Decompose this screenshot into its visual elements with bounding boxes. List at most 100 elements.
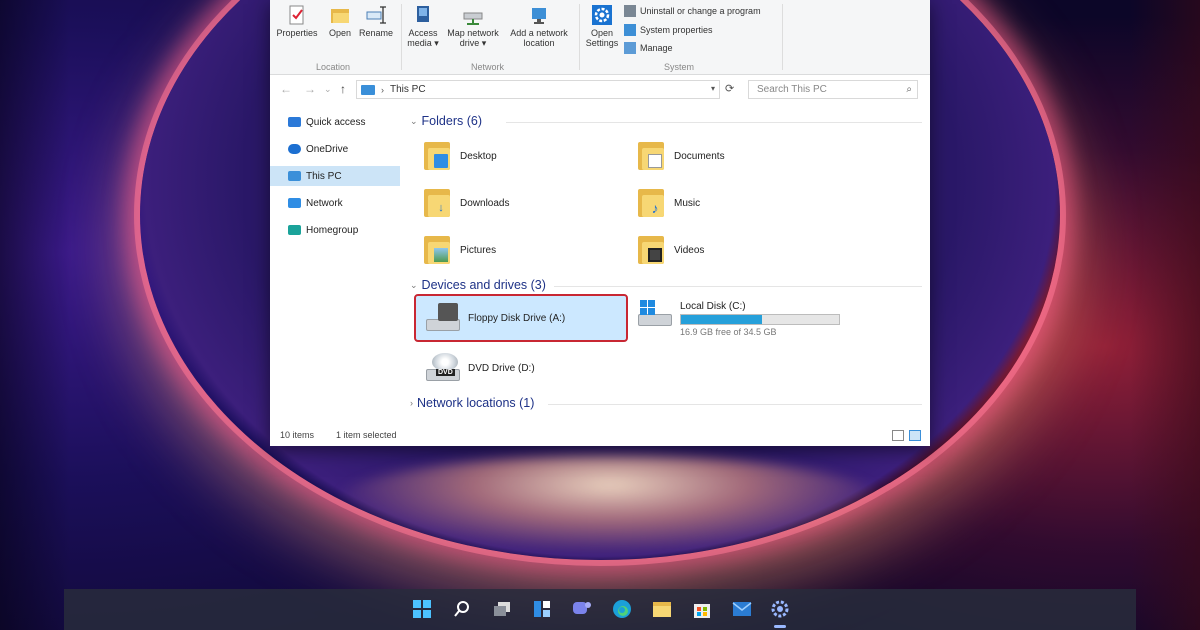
- computer-icon: [361, 84, 375, 95]
- task-view-icon[interactable]: [491, 598, 513, 620]
- breadcrumb-chevron-icon: ›: [381, 84, 384, 95]
- settings-gear-icon[interactable]: [769, 598, 791, 620]
- computer-icon: [288, 171, 301, 181]
- up-arrow-icon[interactable]: ↑: [340, 82, 346, 96]
- back-arrow-icon[interactable]: ←: [280, 82, 292, 96]
- manage-computer-icon: [624, 42, 636, 54]
- open-label: Open: [328, 28, 352, 38]
- rename-icon: [366, 6, 386, 24]
- file-explorer-icon[interactable]: [651, 598, 673, 620]
- network-locations-group-header[interactable]: › Network locations (1): [410, 396, 534, 410]
- devices-layer: Floppy Disk Drive (A:) Local Disk (C:) 1…: [402, 106, 930, 426]
- navigation-pane: Quick access OneDrive This PC Network Ho…: [270, 106, 402, 426]
- refresh-icon[interactable]: ⟳: [725, 82, 734, 95]
- group-divider: [548, 404, 922, 405]
- wallpaper-edge-left: [0, 0, 70, 630]
- search-icon[interactable]: [451, 598, 473, 620]
- expand-chevron-icon: ›: [410, 398, 413, 408]
- active-app-indicator: [774, 625, 786, 628]
- add-network-line2: location: [523, 38, 555, 48]
- access-media-line1: Access: [408, 28, 438, 38]
- teams-chat-icon[interactable]: [571, 598, 593, 620]
- system-properties-label: System properties: [640, 25, 713, 35]
- widgets-icon[interactable]: [531, 598, 553, 620]
- access-media-button[interactable]: Access media ▾: [405, 4, 441, 48]
- nav-item-quick-access[interactable]: Quick access: [270, 112, 400, 132]
- mail-icon[interactable]: [731, 598, 753, 620]
- details-view-icon[interactable]: [892, 430, 904, 441]
- add-network-line1: Add a network: [510, 28, 568, 38]
- nav-item-label: OneDrive: [306, 143, 349, 155]
- manage-button[interactable]: Manage: [624, 42, 673, 54]
- dvd-drive-tile[interactable]: DVD DVD Drive (D:): [416, 346, 626, 390]
- manage-label: Manage: [640, 43, 673, 53]
- ribbon: Properties Open Rename Location Access m…: [270, 0, 930, 75]
- nav-item-label: Homegroup: [306, 224, 359, 236]
- ribbon-separator: [782, 4, 783, 70]
- open-settings-button[interactable]: Open Settings: [583, 4, 621, 48]
- floppy-drive-icon: [426, 303, 460, 333]
- system-group-label: System: [664, 62, 695, 72]
- address-dropdown-icon[interactable]: ▾: [711, 84, 715, 93]
- nav-item-network[interactable]: Network: [270, 193, 400, 213]
- search-placeholder: Search This PC: [757, 84, 827, 95]
- address-bar-row: ← → ⌄ ↑ › This PC ▾ ⟳ Search This PC ⌕: [270, 78, 930, 102]
- dvd-label: DVD Drive (D:): [468, 362, 535, 374]
- open-settings-line1: Open: [590, 28, 614, 38]
- dvd-badge: DVD: [436, 369, 455, 376]
- uninstall-label: Uninstall or change a program: [640, 6, 761, 16]
- open-button[interactable]: Open: [325, 4, 355, 38]
- uninstall-program-button[interactable]: Uninstall or change a program: [624, 5, 761, 17]
- address-box[interactable]: › This PC ▾: [356, 80, 720, 99]
- homegroup-icon: [288, 225, 301, 235]
- nav-item-homegroup[interactable]: Homegroup: [270, 220, 400, 240]
- taskbar: [64, 589, 1136, 630]
- nav-item-label: Network: [306, 197, 343, 209]
- address-path: This PC: [390, 84, 426, 95]
- local-disk-icon: [638, 298, 672, 328]
- star-icon: [288, 117, 301, 127]
- rename-button[interactable]: Rename: [358, 4, 394, 38]
- nav-item-this-pc[interactable]: This PC: [270, 166, 400, 186]
- local-disk-tile[interactable]: Local Disk (C:) 16.9 GB free of 34.5 GB: [634, 298, 874, 342]
- system-properties-button[interactable]: System properties: [624, 24, 713, 36]
- windows-start-icon[interactable]: [411, 598, 433, 620]
- local-disk-label: Local Disk (C:): [680, 301, 746, 312]
- forward-arrow-icon[interactable]: →: [304, 82, 316, 96]
- item-count: 10 items: [280, 430, 315, 440]
- large-icons-view-icon[interactable]: [909, 430, 921, 441]
- floppy-disk-drive-tile[interactable]: Floppy Disk Drive (A:): [414, 294, 628, 342]
- open-settings-line2: Settings: [585, 38, 619, 48]
- system-properties-icon: [624, 24, 636, 36]
- network-locations-heading: Network locations (1): [417, 396, 535, 410]
- network-location-icon: [532, 8, 546, 24]
- map-network-line1: Map network: [447, 28, 499, 38]
- network-icon: [288, 198, 301, 208]
- properties-button[interactable]: Properties: [275, 4, 319, 38]
- properties-icon: [289, 5, 304, 25]
- nav-item-onedrive[interactable]: OneDrive: [270, 139, 400, 159]
- map-network-drive-button[interactable]: Map network drive ▾: [442, 4, 504, 48]
- floppy-label: Floppy Disk Drive (A:): [468, 312, 566, 324]
- network-group-label: Network: [471, 62, 505, 72]
- access-media-line2: media ▾: [407, 38, 439, 48]
- add-network-location-button[interactable]: Add a network location: [505, 4, 573, 48]
- ribbon-separator: [579, 4, 580, 70]
- recent-locations-chevron-icon[interactable]: ⌄: [324, 84, 332, 95]
- programs-icon: [624, 5, 636, 17]
- search-input[interactable]: Search This PC ⌕: [748, 80, 918, 99]
- properties-label: Properties: [276, 28, 318, 38]
- settings-gear-icon: [592, 5, 612, 25]
- cloud-icon: [288, 144, 301, 154]
- location-group-label: Location: [316, 62, 351, 72]
- search-icon: ⌕: [906, 84, 912, 95]
- open-folder-icon: [331, 9, 349, 23]
- nav-item-label: Quick access: [306, 116, 366, 128]
- ribbon-separator: [401, 4, 402, 70]
- rename-label: Rename: [358, 28, 394, 38]
- selection-count: 1 item selected: [336, 430, 397, 440]
- wallpaper-glow: [330, 455, 890, 555]
- edge-browser-icon[interactable]: [611, 598, 633, 620]
- store-icon[interactable]: [691, 598, 713, 620]
- wallpaper-edge-right: [1130, 0, 1200, 630]
